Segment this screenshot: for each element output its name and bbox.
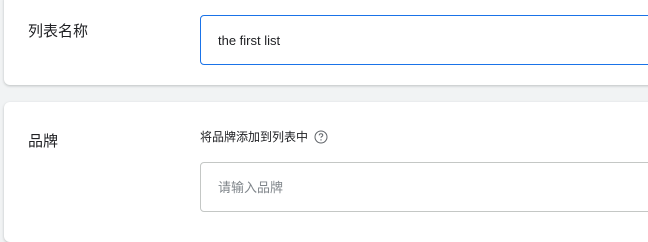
brand-hint-row: 将品牌添加到列表中 xyxy=(200,128,328,145)
list-name-card: 列表名称 xyxy=(4,0,648,85)
brand-input[interactable] xyxy=(200,162,648,212)
list-name-input[interactable] xyxy=(200,15,648,65)
list-name-label: 列表名称 xyxy=(28,23,89,40)
help-circle-icon[interactable] xyxy=(314,130,328,144)
brand-card: 品牌 将品牌添加到列表中 xyxy=(4,102,648,242)
brand-label: 品牌 xyxy=(28,133,59,150)
brand-hint-text: 将品牌添加到列表中 xyxy=(200,130,309,144)
